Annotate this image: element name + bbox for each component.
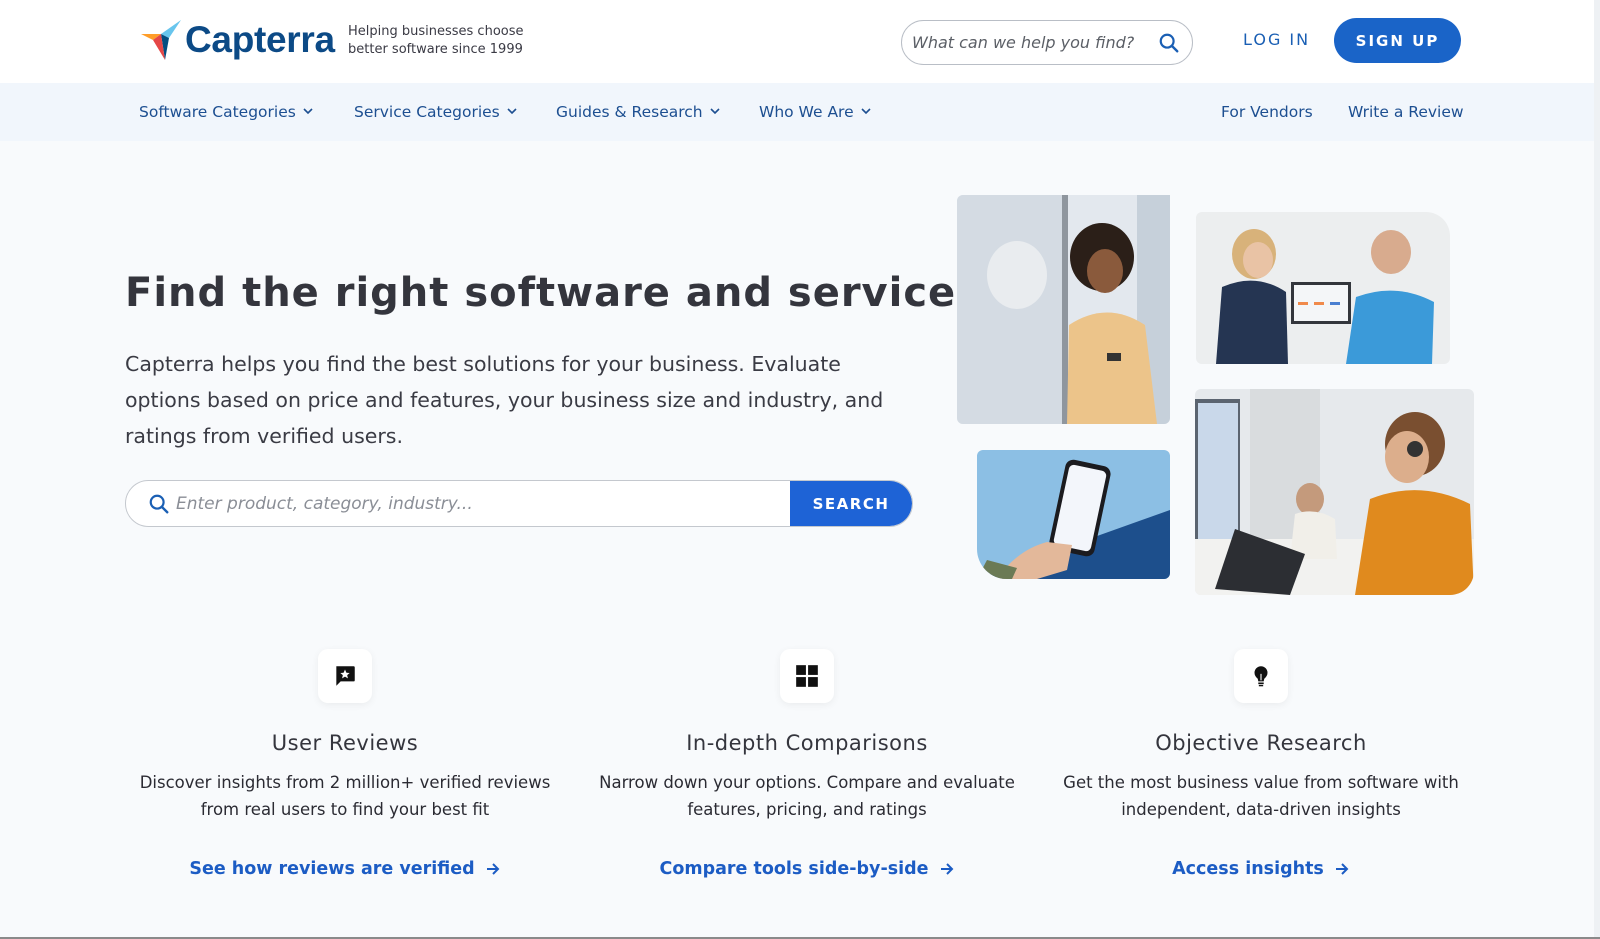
feature-description: Get the most business value from softwar… (1063, 773, 1459, 819)
capterra-logo[interactable]: Capterra (139, 18, 335, 62)
signup-button[interactable]: SIGN UP (1334, 18, 1461, 63)
review-star-icon (336, 666, 355, 686)
feature-description: Narrow down your options. Compare and ev… (599, 773, 1015, 819)
header-search-input[interactable] (912, 33, 1158, 52)
feature-title: In-depth Comparisons (686, 731, 928, 755)
hero-description: Capterra helps you find the best solutio… (125, 352, 884, 448)
photo-woman-phone (957, 195, 1170, 424)
nav-guides-research[interactable]: Guides & Research (556, 83, 721, 141)
tagline-line-1: Helping businesses choose (348, 24, 524, 39)
arrow-right-icon (940, 863, 953, 875)
main-nav: Software Categories Service Categories G… (0, 83, 1600, 141)
link-label: Compare tools side-by-side (659, 859, 929, 879)
feature-title: User Reviews (271, 731, 419, 755)
feature-objective-research: Objective Research Get the most business… (1041, 649, 1481, 879)
nav-service-categories[interactable]: Service Categories (354, 83, 518, 141)
nav-label: For Vendors (1221, 103, 1313, 121)
page-scrollbar[interactable] (1594, 0, 1600, 939)
hero-search-button[interactable]: SEARCH (790, 481, 912, 526)
nav-for-vendors[interactable]: For Vendors (1221, 83, 1313, 141)
photo-phone-review (977, 450, 1170, 579)
feature-icon-box (318, 649, 372, 703)
chevron-down-icon (710, 107, 720, 114)
nav-software-categories[interactable]: Software Categories (139, 83, 314, 141)
feature-comparisons: In-depth Comparisons Narrow down your op… (587, 649, 1027, 879)
link-label: Access insights (1172, 859, 1324, 879)
hero-photo-woman-phone (957, 195, 1170, 424)
nav-label: Write a Review (1348, 103, 1464, 121)
feature-icon-box (1234, 649, 1288, 703)
search-icon (149, 494, 169, 513)
chevron-down-icon (507, 107, 517, 114)
grid-icon (796, 665, 818, 687)
nav-label: Service Categories (354, 103, 500, 121)
hero-photo-phone-review (977, 450, 1170, 579)
nav-write-review[interactable]: Write a Review (1348, 83, 1464, 141)
arrow-right-icon (486, 863, 500, 875)
arrow-right-icon (1335, 863, 1349, 875)
feature-icon-box (780, 649, 834, 703)
feature-title: Objective Research (1155, 731, 1367, 755)
tagline: Helping businesses choose better softwar… (348, 23, 538, 59)
hero-title: Find the right software and services (125, 270, 981, 316)
header-search (901, 20, 1193, 65)
nav-label: Guides & Research (556, 103, 703, 121)
nav-label: Software Categories (139, 103, 296, 121)
photo-colleagues (1196, 212, 1450, 364)
access-insights-link[interactable]: Access insights (1172, 859, 1350, 879)
nav-who-we-are[interactable]: Who We Are (759, 83, 872, 141)
hero-photo-colleagues (1196, 212, 1450, 364)
login-link[interactable]: LOG IN (1243, 30, 1310, 49)
capterra-logo-icon (141, 20, 181, 60)
logo-wordmark: Capterra (185, 19, 335, 60)
photo-headset-worker (1195, 389, 1474, 595)
link-label: See how reviews are verified (189, 859, 475, 879)
hero-search-input[interactable] (176, 493, 790, 514)
compare-tools-link[interactable]: Compare tools side-by-side (659, 859, 954, 879)
chevron-down-icon (303, 107, 313, 114)
search-icon[interactable] (1158, 32, 1180, 54)
hero-search: SEARCH (125, 480, 913, 527)
feature-description: Discover insights from 2 million+ verifi… (139, 773, 551, 819)
hero-photo-headset-worker (1195, 389, 1474, 595)
nav-label: Who We Are (759, 103, 854, 121)
top-header: Capterra Helping businesses choose bette… (0, 0, 1600, 83)
see-reviews-verified-link[interactable]: See how reviews are verified (189, 859, 500, 879)
feature-user-reviews: User Reviews Discover insights from 2 mi… (125, 649, 565, 879)
lightbulb-icon (1254, 666, 1268, 687)
chevron-down-icon (861, 107, 871, 114)
tagline-line-2: better software since 1999 (348, 42, 523, 57)
